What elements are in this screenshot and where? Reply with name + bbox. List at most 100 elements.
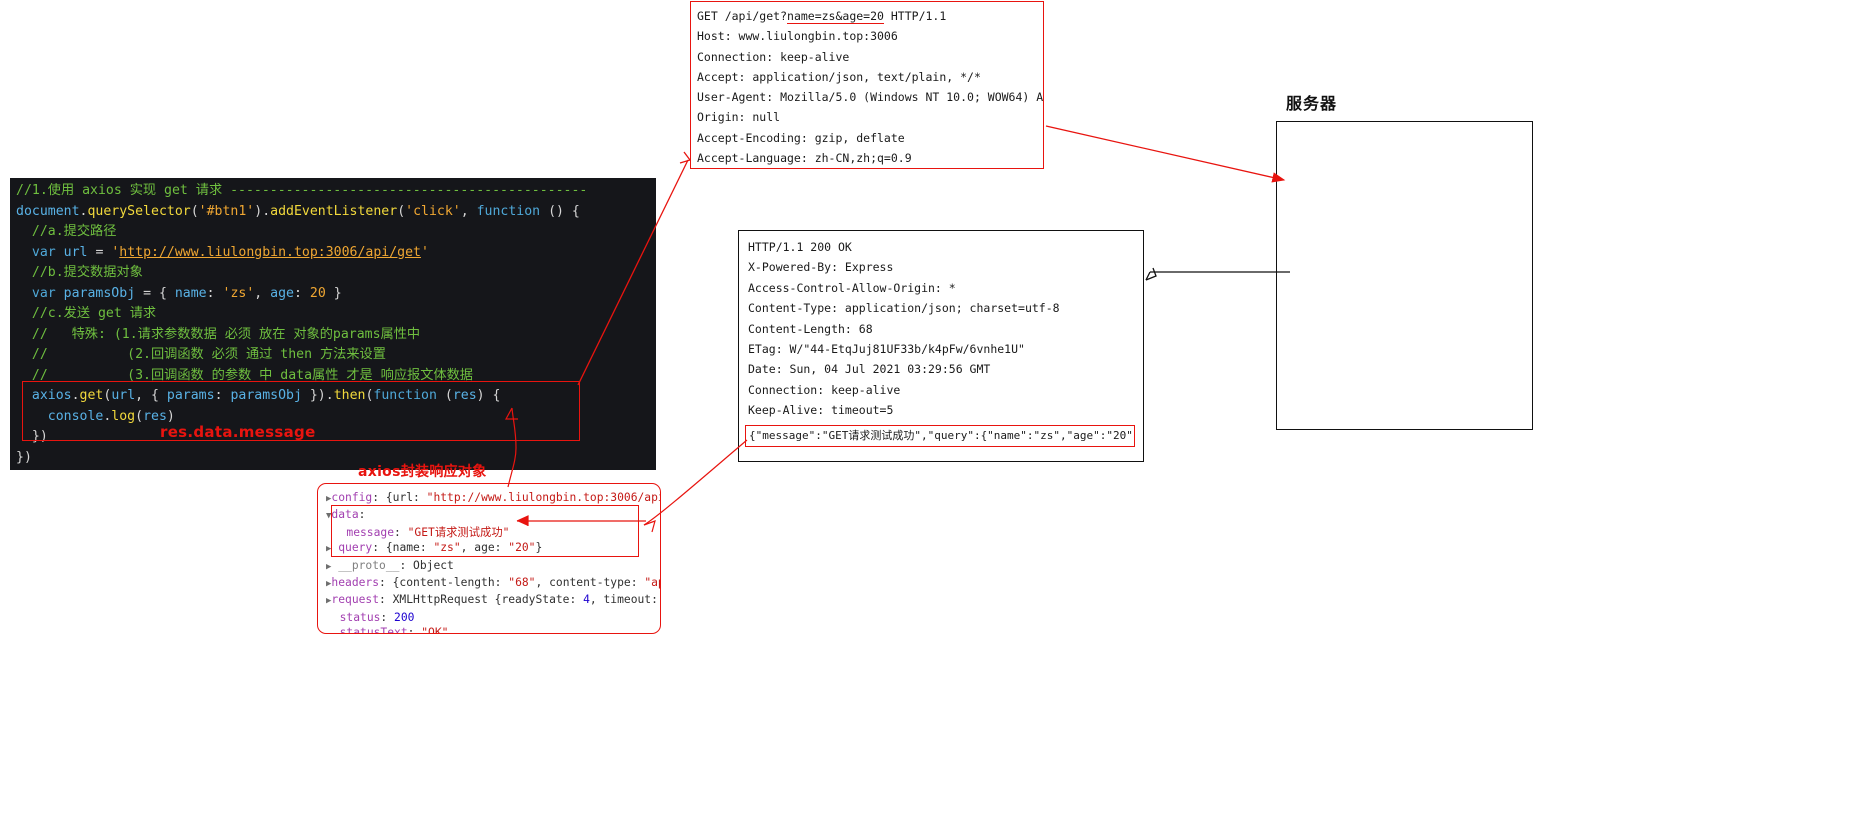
code-token: () { [540,203,580,219]
annotation-axios-wrapper: axios封装响应对象 [358,464,487,480]
console-token: : [358,508,366,522]
http-request-headers-box: GET /api/get?name=zs&age=20 HTTP/1.1 Host… [690,1,1044,169]
code-token: 20 [309,285,326,301]
request-header-line: GET /api/get?name=zs&age=20 HTTP/1.1 [697,9,947,24]
console-token: headers [331,576,380,590]
code-token: } [325,285,342,301]
console-object-row[interactable]: ▶headers: {content-length: "68", content… [326,575,660,592]
code-token: ) [166,408,175,424]
code-token: function [373,388,437,403]
arrow-server-to-response-2 [1145,271,1151,281]
code-token: url [111,388,136,403]
code-line: //b.提交数据对象 [10,263,656,284]
console-token: } [535,541,543,555]
code-token: var [31,285,56,301]
devtools-console-object-panel[interactable]: ▶config: {url: "http://www.liulongbin.to… [317,483,661,634]
request-header-line: Accept-Encoding: gzip, deflate [697,130,905,145]
code-token: axios [31,388,72,403]
console-token: , content-type: [535,576,645,590]
console-object-row[interactable]: ▶ query: {name: "zs", age: "20"} [326,540,660,557]
code-token: name [174,285,207,301]
code-token: . [71,388,80,403]
console-token: 4 [583,593,590,607]
console-object-row[interactable]: status: 200 [326,610,660,625]
response-header-line: Content-Type: application/json; charset=… [748,301,1060,316]
server-label: 服务器 [1286,94,1338,113]
code-line: // 特殊: (1.请求参数数据 必须 放在 对象的params属性中 [10,325,656,346]
code-token: querySelector [87,203,191,219]
console-object-row[interactable]: ▶request: XMLHttpRequest {readyState: 4,… [326,592,660,609]
console-token: : Object [399,558,454,572]
server-box [1276,121,1533,430]
code-token: : [206,285,223,301]
console-token: config [331,491,373,504]
response-header-line: Content-Length: 68 [748,321,873,336]
code-token: ( [436,388,453,403]
code-token: get [79,388,104,403]
code-token: params [166,388,215,403]
console-token: : XMLHttpRequest {readyState: [379,593,584,607]
request-header-line: Connection: keep-alive [697,49,850,64]
console-token: status [339,610,381,624]
code-line: // (3.回调函数 的参数 中 data属性 才是 响应报文体数据 [10,366,656,387]
console-token: statusText [339,626,408,634]
response-header-line: HTTP/1.1 200 OK [748,240,852,254]
code-token: , { [135,388,167,403]
console-token: "http://www.liulongbin.top:3006/api/ge [426,491,661,504]
request-header-line: Origin: null [697,110,781,125]
console-object-row[interactable]: ▶ __proto__: Object [326,558,660,575]
code-token: }) [16,429,48,444]
request-header-line: User-Agent: Mozilla/5.0 (Windows NT 10.0… [697,90,1044,105]
code-token: }) [301,388,326,403]
code-token: function [476,203,541,219]
console-object-row[interactable]: statusText: "OK" [326,625,660,634]
request-header-line: Accept: application/json, text/plain, */… [697,69,981,84]
code-line: console.log(res) [10,407,656,428]
code-line: document.querySelector('#btn1').addEvent… [10,202,656,223]
code-token: ( [397,203,406,219]
code-token: //c.发送 get 请求 [16,306,157,321]
code-token: var [31,244,56,260]
code-token: : [293,285,310,301]
annotation-res-data-message: res.data.message [160,423,316,441]
code-line: var url = 'http://www.liulongbin.top:300… [10,243,656,264]
console-token: : [407,626,422,634]
console-object-row[interactable]: ▼data: [326,507,660,524]
query-string-highlight: name=zs&age=20 [787,9,884,24]
code-token: document [16,203,80,219]
code-token: res [143,408,167,424]
code-token: //b.提交数据对象 [16,265,143,280]
code-line: //c.发送 get 请求 [10,304,656,325]
response-header-line: ETag: W/"44-EtqJuj81UF33b/k4pFw/6vnhe1U" [748,342,1025,357]
console-token: : [380,610,395,624]
console-token: : {url: [372,491,427,504]
console-token: "zs" [433,541,461,555]
code-token: }) [16,449,32,465]
code-token: , [254,285,271,301]
code-token: // 特殊: (1.请求参数数据 必须 放在 对象的params属性中 [16,326,421,342]
response-header-line: X-Powered-By: Express [748,260,894,275]
code-line: axios.get(url, { params: paramsObj }).th… [10,386,656,407]
console-object-row[interactable]: message: "GET请求测试成功" [326,525,660,540]
console-token: "appli [644,576,660,590]
code-token: '#btn1' [198,203,255,219]
console-token [326,526,346,539]
code-token: console [47,408,104,424]
code-token: age [270,285,294,301]
code-editor-block: //1.使用 axios 实现 get 请求 -----------------… [10,178,656,470]
code-token: ) [254,203,263,219]
console-token: data [331,508,359,522]
code-line: // (2.回调函数 必须 通过 then 方法来设置 [10,345,656,366]
code-token: res [452,388,477,403]
code-token: url [63,244,88,260]
code-token: = [87,244,112,260]
arrow-request-to-server [1045,125,1286,183]
console-token [326,611,340,624]
console-object-row[interactable]: ▶config: {url: "http://www.liulongbin.to… [326,490,660,507]
code-token: //a.提交路径 [16,224,117,239]
